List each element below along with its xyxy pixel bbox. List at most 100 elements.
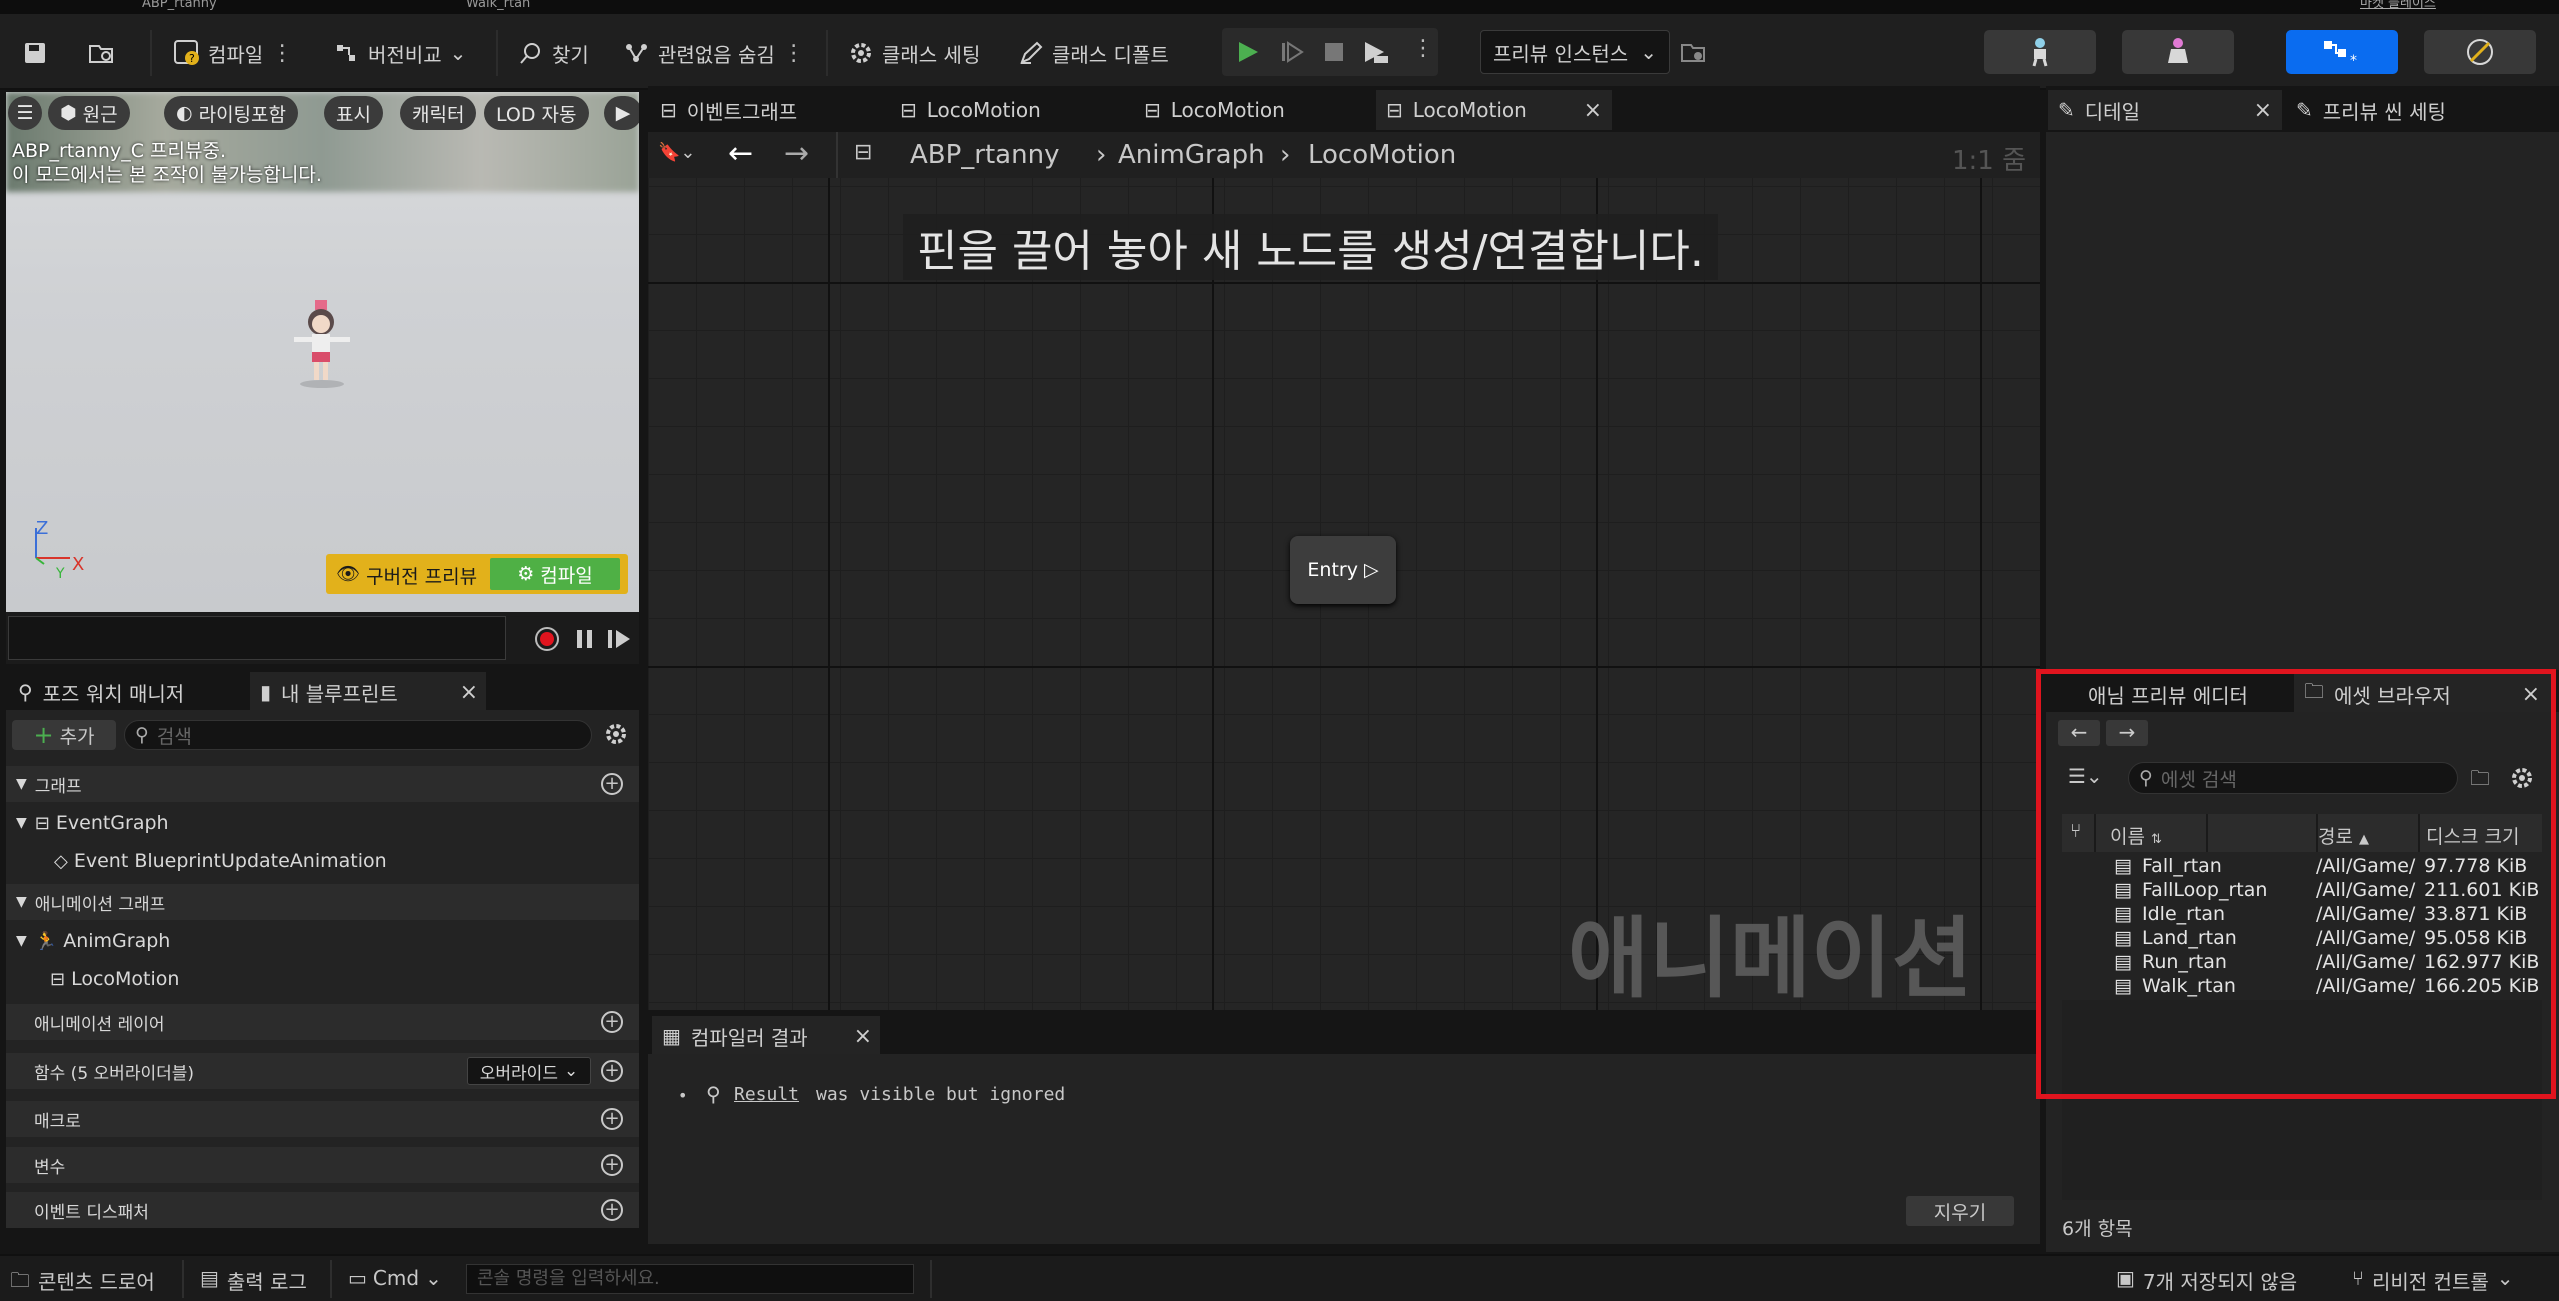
- tree-item-event-node[interactable]: ◇ Event BlueprintUpdateAnimation: [6, 846, 639, 876]
- close-icon[interactable]: ×: [854, 1024, 872, 1049]
- possess-icon[interactable]: [1362, 40, 1390, 64]
- tab-locomotion-3[interactable]: ⊟ LocoMotion ×: [1376, 90, 1612, 130]
- skeleton-mode-button[interactable]: [1984, 30, 2096, 74]
- tab-my-blueprint[interactable]: ▮ 내 블루프린트 ×: [250, 672, 486, 712]
- graph-canvas[interactable]: 핀을 끌어 놓아 새 노드를 생성/연결합니다. Entry ▷ 애니메이션: [648, 132, 2040, 1010]
- animation-mode-button[interactable]: [2424, 30, 2536, 74]
- output-log-button[interactable]: ▤ 출력 로그: [200, 1266, 307, 1295]
- asset-tab-abp-rtanny[interactable]: ABP_rtanny: [142, 0, 252, 14]
- gear-icon[interactable]: [2510, 766, 2534, 790]
- tab-details[interactable]: ✎ 디테일 ×: [2048, 90, 2282, 130]
- settings-gear-icon[interactable]: [604, 722, 628, 746]
- add-dispatcher-icon[interactable]: +: [601, 1199, 623, 1221]
- override-dropdown[interactable]: 오버라이드 ⌄: [467, 1057, 591, 1085]
- hide-unrelated-button[interactable]: 관련없음 숨김 ⋮: [624, 34, 805, 72]
- table-row[interactable]: ▤ Land_rtan/All/Game/95.058 KiB: [2066, 927, 2540, 951]
- tab-pose-watch[interactable]: ⚲ 포즈 워치 매니저: [8, 672, 194, 712]
- viewport-compile-button[interactable]: ⚙ 컴파일: [490, 558, 620, 590]
- debug-object-icon[interactable]: [1680, 40, 1708, 64]
- forward-arrow-icon[interactable]: →: [2106, 720, 2148, 746]
- breadcrumb-root[interactable]: ABP_rtanny: [910, 140, 1059, 170]
- mesh-mode-button[interactable]: [2122, 30, 2234, 74]
- category-anim-layers[interactable]: 애니메이션 레이어 +: [6, 1004, 639, 1040]
- close-icon[interactable]: ×: [2522, 682, 2540, 707]
- source-control-icon[interactable]: ⑂: [2070, 820, 2081, 842]
- tab-locomotion-1[interactable]: ⊟ LocoMotion: [890, 90, 1051, 130]
- timeline-scrubber[interactable]: [8, 616, 506, 660]
- marketplace-link[interactable]: 마켓 플레이스: [2360, 0, 2540, 14]
- play-icon[interactable]: [1236, 40, 1260, 64]
- col-path[interactable]: 경로 ▲: [2318, 822, 2369, 849]
- tree-item-animgraph[interactable]: ▼ 🏃 AnimGraph: [6, 926, 639, 956]
- category-variables[interactable]: 변수 +: [6, 1147, 639, 1183]
- asset-search-input[interactable]: ⚲ 에셋 검색: [2128, 762, 2458, 794]
- pause-icon[interactable]: [574, 628, 596, 650]
- table-row[interactable]: ▤ Fall_rtan/All/Game/97.778 KiB: [2066, 855, 2540, 879]
- close-icon[interactable]: ×: [2254, 98, 2272, 123]
- tab-preview-scene[interactable]: ✎ 프리뷰 씬 세팅: [2286, 90, 2456, 130]
- breadcrumb-mid[interactable]: AnimGraph: [1118, 140, 1265, 170]
- table-row[interactable]: ▤ Walk_rtan/All/Game/166.205 KiB: [2066, 975, 2540, 999]
- record-icon[interactable]: [534, 626, 560, 652]
- add-button[interactable]: + 추가: [12, 720, 116, 750]
- table-row[interactable]: ▤ FallLoop_rtan/All/Game/211.601 KiB: [2066, 879, 2540, 903]
- compile-button[interactable]: ? 컴파일 ⋮: [174, 34, 293, 72]
- tab-compiler-results[interactable]: ▦ 컴파일러 결과 ×: [652, 1016, 880, 1056]
- close-icon[interactable]: ×: [460, 680, 478, 705]
- table-row[interactable]: ▤ Idle_rtan/All/Game/33.871 KiB: [2066, 903, 2540, 927]
- cmd-dropdown[interactable]: ▭ Cmd ⌄: [348, 1266, 442, 1290]
- blueprint-mode-button[interactable]: *: [2286, 30, 2398, 74]
- category-functions[interactable]: 함수 (5 오버라이더블) 오버라이드 ⌄ +: [6, 1053, 639, 1089]
- browse-button[interactable]: [88, 34, 114, 72]
- category-graphs[interactable]: ▼ 그래프 +: [6, 766, 639, 802]
- tab-eventgraph[interactable]: ⊟ 이벤트그래프: [650, 90, 807, 130]
- tree-item-eventgraph[interactable]: ▼ ⊟ EventGraph: [6, 808, 639, 838]
- tab-anim-preview-editor[interactable]: 애님 프리뷰 에디터: [2078, 674, 2258, 714]
- step-icon[interactable]: [1280, 40, 1304, 64]
- class-defaults-button[interactable]: 클래스 디폴트: [1018, 34, 1169, 72]
- filter-icon[interactable]: ☰⌄: [2068, 764, 2103, 788]
- show-button[interactable]: 표시: [324, 96, 383, 130]
- close-icon[interactable]: ×: [1584, 98, 1602, 123]
- play-options-icon[interactable]: ⋮: [1412, 36, 1434, 61]
- entry-node[interactable]: Entry ▷: [1290, 536, 1396, 604]
- clear-button[interactable]: 지우기: [1906, 1196, 2014, 1226]
- folder-icon[interactable]: 🗀: [2470, 764, 2490, 798]
- col-name[interactable]: 이름 ⇅: [2110, 822, 2162, 849]
- step-forward-icon[interactable]: [606, 628, 632, 650]
- tree-item-locomotion[interactable]: ⊟ LocoMotion: [6, 964, 639, 994]
- add-graph-icon[interactable]: +: [601, 773, 623, 795]
- playback-more-button[interactable]: ▶: [604, 96, 639, 130]
- category-anim-graphs[interactable]: ▼ 애니메이션 그래프: [6, 884, 639, 920]
- add-layer-icon[interactable]: +: [601, 1011, 623, 1033]
- class-settings-button[interactable]: 클래스 세팅: [848, 34, 980, 72]
- exec-pin-icon[interactable]: ▷: [1364, 559, 1379, 581]
- preview-viewport[interactable]: ☰ ⬢ 원근 ◐ 라이팅포함 표시 캐릭터 LOD 자동 ▶ ABP_rtanny_…: [6, 92, 639, 612]
- back-arrow-icon[interactable]: ←: [728, 136, 753, 171]
- viewport-menu-button[interactable]: ☰: [8, 96, 42, 130]
- back-arrow-icon[interactable]: ←: [2058, 720, 2100, 746]
- forward-arrow-icon[interactable]: →: [784, 136, 809, 171]
- category-macros[interactable]: 매크로 +: [6, 1101, 639, 1137]
- add-function-icon[interactable]: +: [601, 1060, 623, 1082]
- character-button[interactable]: 캐릭터: [400, 96, 477, 130]
- preview-instance-dropdown[interactable]: 프리뷰 인스턴스 ⌄: [1480, 30, 1670, 74]
- add-variable-icon[interactable]: +: [601, 1154, 623, 1176]
- lod-button[interactable]: LOD 자동: [484, 96, 589, 130]
- table-row[interactable]: ▤ Run_rtan/All/Game/162.977 KiB: [2066, 951, 2540, 975]
- find-button[interactable]: 찾기: [518, 34, 589, 72]
- console-input[interactable]: 콘솔 명령을 입력하세요.: [466, 1264, 914, 1294]
- blueprint-search-input[interactable]: ⚲ 검색: [124, 720, 592, 750]
- hide-unrelated-options-icon[interactable]: ⋮: [783, 41, 805, 66]
- category-dispatchers[interactable]: 이벤트 디스패처 +: [6, 1192, 639, 1228]
- bookmark-icon[interactable]: 🔖⌄: [658, 142, 696, 163]
- breadcrumb-leaf[interactable]: LocoMotion: [1308, 140, 1456, 170]
- revision-control-button[interactable]: ⑂ 리비전 컨트롤 ⌄: [2352, 1266, 2514, 1295]
- tab-asset-browser[interactable]: 🗀 에셋 브라우저 ×: [2294, 674, 2552, 714]
- save-button[interactable]: [22, 34, 48, 72]
- asset-tab-walk-rtan[interactable]: Walk_rtan: [466, 0, 556, 14]
- stop-icon[interactable]: [1322, 40, 1346, 64]
- add-macro-icon[interactable]: +: [601, 1108, 623, 1130]
- perspective-button[interactable]: ⬢ 원근: [48, 96, 130, 130]
- lit-button[interactable]: ◐ 라이팅포함: [164, 96, 298, 130]
